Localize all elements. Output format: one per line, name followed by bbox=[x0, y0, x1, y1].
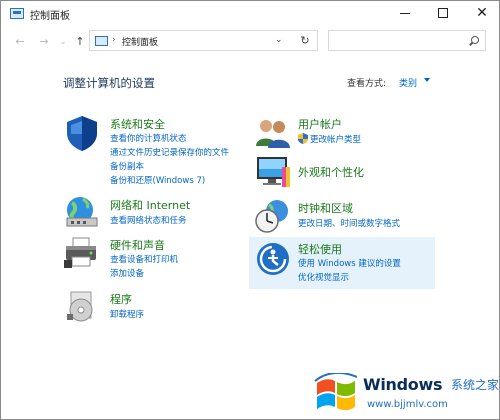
arrow-right-icon: → bbox=[39, 34, 49, 48]
category-user-accounts[interactable]: 用户帐户 bbox=[298, 116, 342, 132]
link-network-status[interactable]: 查看网络状态和任务 bbox=[110, 214, 187, 226]
category-system-security[interactable]: 系统和安全 bbox=[110, 116, 165, 132]
control-panel-window: 控制面板 ✕ ← → ⌄ ↑ › 控制面板 ⌄ ↻ 调整计算机的设置 查看方式:… bbox=[0, 0, 500, 420]
link-view-computer-status[interactable]: 查看你的计算机状态 bbox=[110, 132, 187, 144]
arrow-up-icon: ↑ bbox=[75, 34, 85, 48]
address-bar[interactable]: › 控制面板 ⌄ bbox=[89, 30, 318, 51]
back-button[interactable]: ← bbox=[13, 34, 27, 48]
close-button[interactable]: ✕ bbox=[467, 1, 497, 25]
maximize-icon bbox=[438, 8, 448, 18]
minimize-button[interactable] bbox=[390, 1, 420, 25]
link-backup-restore[interactable]: 备份和还原(Windows 7) bbox=[110, 174, 205, 186]
control-panel-icon bbox=[10, 8, 24, 19]
control-panel-small-icon bbox=[95, 36, 108, 46]
minimize-icon bbox=[400, 12, 410, 14]
breadcrumb-separator-icon: › bbox=[112, 35, 116, 45]
forward-button[interactable]: → bbox=[37, 34, 51, 48]
category-network-internet[interactable]: 网络和 Internet bbox=[110, 197, 190, 213]
watermark-brand: Windows bbox=[363, 375, 443, 394]
link-file-history[interactable]: 通过文件历史记录保存你的文件 bbox=[110, 146, 229, 158]
watermark-site-name: 系统之家 bbox=[451, 378, 500, 392]
address-dropdown-icon[interactable]: ⌄ bbox=[275, 35, 283, 45]
page-title: 调整计算机的设置 bbox=[63, 76, 155, 90]
close-icon: ✕ bbox=[476, 5, 488, 21]
appearance-monitor-icon[interactable] bbox=[254, 153, 292, 191]
link-uninstall-program[interactable]: 卸载程序 bbox=[110, 308, 144, 320]
link-windows-recommended-settings[interactable]: 使用 Windows 建议的设置 bbox=[298, 257, 401, 269]
link-change-account-type[interactable]: 更改帐户类型 bbox=[310, 133, 361, 145]
link-optimize-visual-display[interactable]: 优化视觉显示 bbox=[298, 271, 349, 283]
programs-disc-icon[interactable] bbox=[63, 288, 101, 326]
windows-logo-icon bbox=[314, 373, 357, 411]
up-button[interactable]: ↑ bbox=[73, 34, 87, 48]
user-accounts-icon[interactable] bbox=[254, 114, 292, 152]
category-hardware-sound[interactable]: 硬件和声音 bbox=[110, 237, 165, 253]
clock-globe-icon[interactable] bbox=[254, 197, 292, 235]
category-programs[interactable]: 程序 bbox=[110, 291, 132, 307]
link-devices-printers[interactable]: 查看设备和打印机 bbox=[110, 253, 178, 265]
link-change-date-time-format[interactable]: 更改日期、时间或数字格式 bbox=[298, 217, 400, 229]
view-by-label: 查看方式: bbox=[347, 79, 387, 89]
watermark: Windows 系统之家 www.bjjmlv.com bbox=[313, 371, 500, 420]
arrow-left-icon: ← bbox=[15, 34, 25, 48]
search-icon[interactable] bbox=[471, 36, 479, 44]
category-clock-region[interactable]: 时钟和区域 bbox=[298, 200, 353, 216]
watermark-url: www.bjjmlv.com bbox=[367, 399, 448, 410]
maximize-button[interactable] bbox=[428, 1, 458, 25]
printer-icon[interactable] bbox=[63, 234, 101, 272]
ease-of-access-icon[interactable] bbox=[254, 240, 292, 278]
uac-shield-icon bbox=[298, 133, 308, 144]
refresh-icon: ↻ bbox=[300, 34, 310, 47]
category-appearance-personalization[interactable]: 外观和个性化 bbox=[298, 164, 364, 180]
chevron-down-icon: ⌄ bbox=[59, 36, 67, 46]
breadcrumb-control-panel[interactable]: 控制面板 bbox=[122, 35, 158, 48]
view-by-caret-icon[interactable] bbox=[424, 78, 430, 82]
search-input[interactable] bbox=[328, 30, 486, 51]
shield-icon[interactable] bbox=[63, 114, 101, 152]
network-globe-icon[interactable] bbox=[63, 193, 101, 231]
link-backup-copy[interactable]: 备份副本 bbox=[110, 160, 144, 172]
title-bar[interactable]: 控制面板 ✕ bbox=[1, 1, 499, 27]
category-ease-of-access[interactable]: 轻松使用 bbox=[298, 241, 342, 257]
view-by-dropdown[interactable]: 类别 bbox=[399, 76, 417, 89]
recent-locations-button[interactable]: ⌄ bbox=[56, 34, 70, 48]
refresh-button[interactable]: ↻ bbox=[293, 30, 318, 51]
window-title: 控制面板 bbox=[30, 11, 70, 22]
link-add-device[interactable]: 添加设备 bbox=[110, 267, 144, 279]
